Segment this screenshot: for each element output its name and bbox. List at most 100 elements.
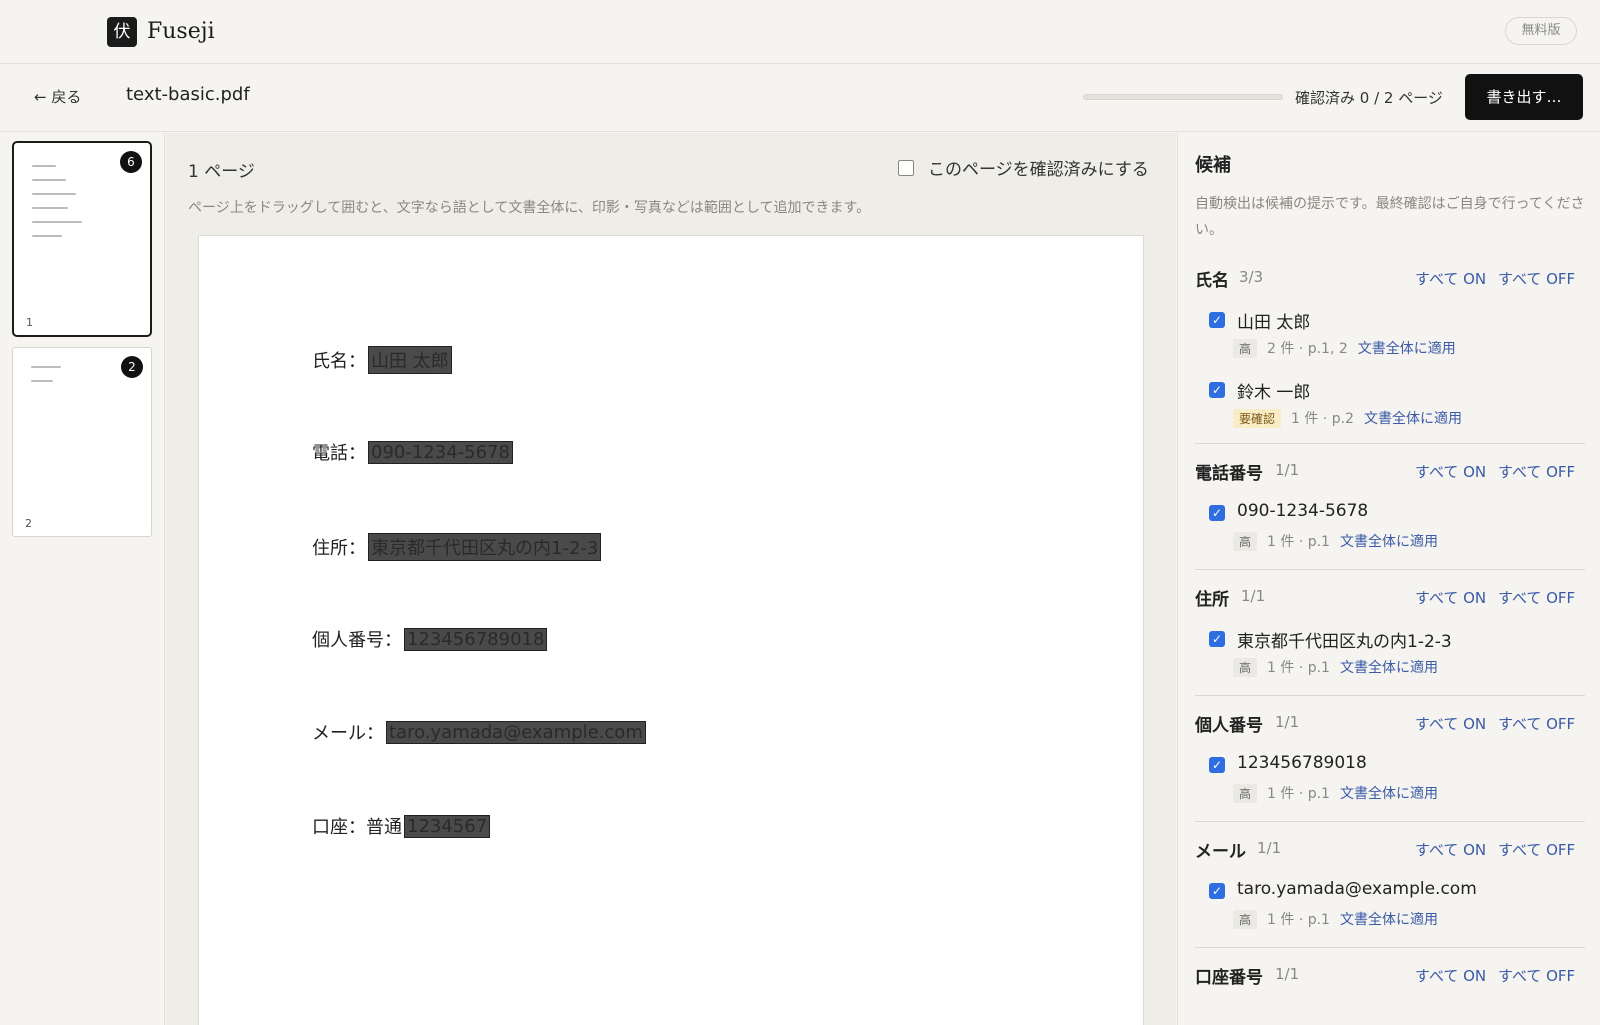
apply-to-document-link[interactable]: 文書全体に適用 (1364, 408, 1462, 428)
apply-to-document-link[interactable]: 文書全体に適用 (1340, 909, 1438, 929)
all-off-button[interactable]: すべて OFF (1498, 839, 1575, 860)
review-progress-bar (1083, 94, 1283, 100)
field-label: 氏名： (312, 351, 366, 372)
document-field-row: 口座：普通 1234567 (312, 813, 491, 839)
candidate-meta: 高 1 件 · p.1 文書全体に適用 (1233, 531, 1438, 551)
document-field-row: 個人番号： 123456789018 (312, 626, 548, 652)
thumbnail-candidate-count: 2 (121, 356, 143, 378)
panel-title: 候補 (1195, 155, 1231, 176)
page-thumbnail-2[interactable]: 2 2 (12, 347, 152, 537)
all-on-button[interactable]: すべて ON (1415, 965, 1486, 986)
all-on-button[interactable]: すべて ON (1415, 713, 1486, 734)
confidence-tag: 高 (1233, 338, 1258, 358)
candidate-section-account: 口座番号 1/1 すべて ON すべて OFF (1195, 963, 1585, 988)
all-off-button[interactable]: すべて OFF (1498, 713, 1575, 734)
all-off-button[interactable]: すべて OFF (1498, 587, 1575, 608)
candidate-section-my-number: 個人番号 1/1 すべて ON すべて OFF ✓ 123456789018 高… (1195, 711, 1585, 819)
pdf-page[interactable]: 氏名： 山田 太郎 電話： 090-1234-5678 住所： 東京都千代田区丸の内1… (198, 235, 1144, 1025)
all-off-button[interactable]: すべて OFF (1498, 965, 1575, 986)
plan-badge: 無料版 (1505, 17, 1577, 45)
candidate-section-name: 氏名 3/3 すべて ON すべて OFF ✓ 山田 太郎 高 2 件 · p.… (1195, 266, 1585, 444)
candidate-checkbox[interactable]: ✓ (1209, 631, 1225, 647)
section-header: 口座番号 1/1 すべて ON すべて OFF (1195, 963, 1585, 988)
all-on-button[interactable]: すべて ON (1415, 587, 1486, 608)
field-label: 個人番号： (312, 630, 402, 651)
confirm-page-label[interactable]: このページを確認済みにする (928, 155, 1149, 180)
all-on-button[interactable]: すべて ON (1415, 268, 1486, 289)
thumbnail-text-line (32, 193, 76, 195)
field-label: 電話： (312, 443, 366, 464)
document-field-row: 電話： 090-1234-5678 (312, 439, 513, 465)
candidate-item: ✓ 123456789018 高 1 件 · p.1 文書全体に適用 (1195, 749, 1585, 819)
all-on-button[interactable]: すべて ON (1415, 461, 1486, 482)
occurrence-info: 1 件 · p.1 (1267, 534, 1330, 550)
section-name: 電話番号 (1195, 464, 1263, 484)
section-divider (1195, 569, 1585, 570)
candidate-item: ✓ 鈴木 一郎 要確認 1 件 · p.2 文書全体に適用 (1195, 374, 1585, 444)
section-name: メール (1195, 842, 1246, 862)
apply-to-document-link[interactable]: 文書全体に適用 (1340, 657, 1438, 677)
candidate-meta: 高 1 件 · p.1 文書全体に適用 (1233, 783, 1438, 803)
section-count: 1/1 (1275, 965, 1300, 983)
candidate-text: 123456789018 (1237, 753, 1367, 773)
candidate-item: ✓ 東京都千代田区丸の内1-2-3 高 1 件 · p.1 文書全体に適用 (1195, 623, 1585, 693)
occurrence-info: 1 件 · p.1 (1267, 912, 1330, 928)
document-toolbar: ← 戻る text-basic.pdf 確認済み 0 / 2 ページ 書き出す… (0, 64, 1600, 132)
document-filename: text-basic.pdf (126, 84, 250, 105)
section-name: 個人番号 (1195, 716, 1263, 736)
section-divider (1195, 821, 1585, 822)
apply-to-document-link[interactable]: 文書全体に適用 (1358, 338, 1456, 358)
candidate-meta: 高 1 件 · p.1 文書全体に適用 (1233, 657, 1438, 677)
app-logo[interactable]: 伏 (107, 17, 137, 47)
section-divider (1195, 443, 1585, 444)
page-thumbnails: 1 6 2 2 (0, 133, 165, 1025)
thumbnail-candidate-count: 6 (120, 151, 142, 173)
apply-to-document-link[interactable]: 文書全体に適用 (1340, 531, 1438, 551)
candidate-checkbox[interactable]: ✓ (1209, 757, 1225, 773)
candidate-checkbox[interactable]: ✓ (1209, 382, 1225, 398)
all-on-button[interactable]: すべて ON (1415, 839, 1486, 860)
section-header: メール 1/1 すべて ON すべて OFF (1195, 837, 1585, 862)
redacted-value[interactable]: taro.yamada@example.com (386, 720, 646, 744)
redacted-value[interactable]: 1234567 (404, 814, 491, 838)
apply-to-document-link[interactable]: 文書全体に適用 (1340, 783, 1438, 803)
section-header: 電話番号 1/1 すべて ON すべて OFF (1195, 459, 1585, 484)
thumbnail-page-number: 1 (26, 316, 33, 329)
thumbnail-text-line (31, 380, 53, 382)
confidence-tag: 高 (1233, 531, 1258, 551)
thumbnail-text-line (32, 165, 56, 167)
back-button[interactable]: ← 戻る (34, 86, 81, 107)
all-off-button[interactable]: すべて OFF (1498, 461, 1575, 482)
candidate-item: ✓ taro.yamada@example.com 高 1 件 · p.1 文書… (1195, 875, 1585, 945)
section-header: 個人番号 1/1 すべて ON すべて OFF (1195, 711, 1585, 736)
candidate-checkbox[interactable]: ✓ (1209, 883, 1225, 899)
field-label: 口座：普通 (312, 817, 402, 838)
review-progress-text: 確認済み 0 / 2 ページ (1295, 89, 1443, 107)
field-label: 住所： (312, 538, 366, 559)
all-off-button[interactable]: すべて OFF (1498, 268, 1575, 289)
page-viewer: 1 ページ このページを確認済みにする ページ上をドラッグして囲むと、文字なら語… (166, 133, 1176, 1025)
confirm-page-toggle[interactable]: このページを確認済みにする (898, 155, 1149, 180)
redacted-value[interactable]: 東京都千代田区丸の内1-2-3 (368, 533, 602, 561)
document-field-row: 住所： 東京都千代田区丸の内1-2-3 (312, 533, 602, 561)
confidence-tag: 高 (1233, 909, 1258, 929)
confidence-tag: 高 (1233, 783, 1258, 803)
candidate-checkbox[interactable]: ✓ (1209, 312, 1225, 328)
export-button[interactable]: 書き出す… (1465, 74, 1583, 120)
app-name[interactable]: Fuseji (147, 17, 215, 47)
app-header: 伏 Fuseji 無料版 (0, 0, 1600, 64)
redacted-value[interactable]: 090-1234-5678 (368, 440, 513, 464)
document-field-row: メール： taro.yamada@example.com (312, 719, 646, 745)
occurrence-info: 2 件 · p.1, 2 (1267, 341, 1348, 357)
confirm-page-checkbox[interactable] (898, 159, 914, 176)
redacted-value[interactable]: 山田 太郎 (368, 346, 452, 374)
needs-review-tag: 要確認 (1233, 408, 1282, 428)
redacted-value[interactable]: 123456789018 (404, 627, 548, 651)
candidate-section-address: 住所 1/1 すべて ON すべて OFF ✓ 東京都千代田区丸の内1-2-3 … (1195, 585, 1585, 693)
candidate-checkbox[interactable]: ✓ (1209, 505, 1225, 521)
section-name: 口座番号 (1195, 968, 1263, 988)
section-header: 氏名 3/3 すべて ON すべて OFF (1195, 266, 1585, 291)
page-thumbnail-1[interactable]: 1 6 (12, 141, 152, 337)
candidate-section-email: メール 1/1 すべて ON すべて OFF ✓ taro.yamada@exa… (1195, 837, 1585, 945)
section-count: 1/1 (1257, 839, 1282, 857)
